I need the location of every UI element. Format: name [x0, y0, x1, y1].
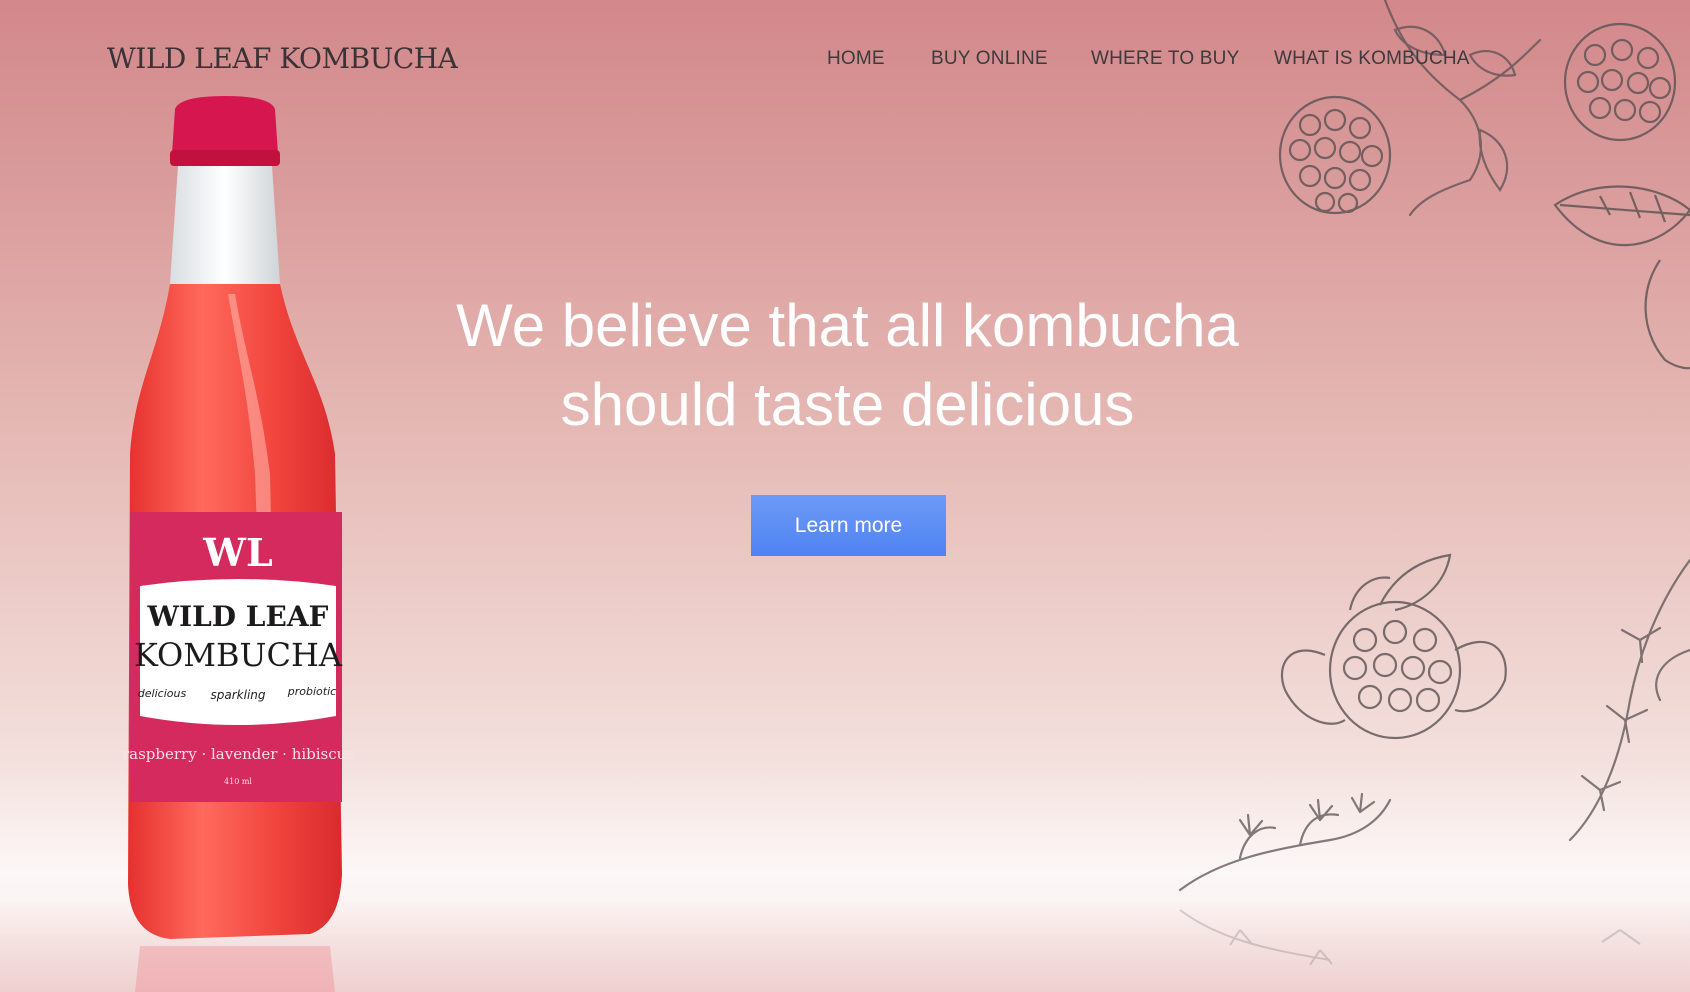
bottle-name-line2: KOMBUCHA [134, 636, 343, 674]
kombucha-bottle-image: WL WILD LEAF KOMBUCHA delicious sparklin… [122, 96, 354, 992]
nav-buy-online[interactable]: BUY ONLINE [931, 48, 1048, 70]
brand-logo[interactable]: WILD LEAF KOMBUCHA [107, 42, 458, 75]
hero-line-2: should taste delicious [560, 371, 1135, 438]
hero-headline: We believe that all kombucha should tast… [430, 286, 1265, 444]
hero-line-1: We believe that all kombucha [456, 292, 1239, 359]
nav-where-to-buy[interactable]: WHERE TO BUY [1091, 48, 1239, 70]
bottle-tag-3: probiotic [287, 685, 336, 698]
hero-page: WL WILD LEAF KOMBUCHA delicious sparklin… [0, 0, 1690, 992]
nav-what-is-kombucha[interactable]: WHAT IS KOMBUCHA [1274, 48, 1470, 70]
bottle-flavor: raspberry · lavender · hibiscus [122, 745, 354, 763]
bottle-volume: 410 ml [224, 777, 252, 786]
bottle-tag-1: delicious [138, 687, 187, 700]
bottle-logo: WL [202, 530, 272, 575]
bottle-tag-2: sparkling [211, 688, 266, 702]
raspberry-sketch [1278, 95, 1392, 215]
nav-home[interactable]: HOME [827, 48, 885, 70]
learn-more-button[interactable]: Learn more [751, 495, 946, 556]
bottle-name-line1: WILD LEAF [147, 600, 329, 633]
